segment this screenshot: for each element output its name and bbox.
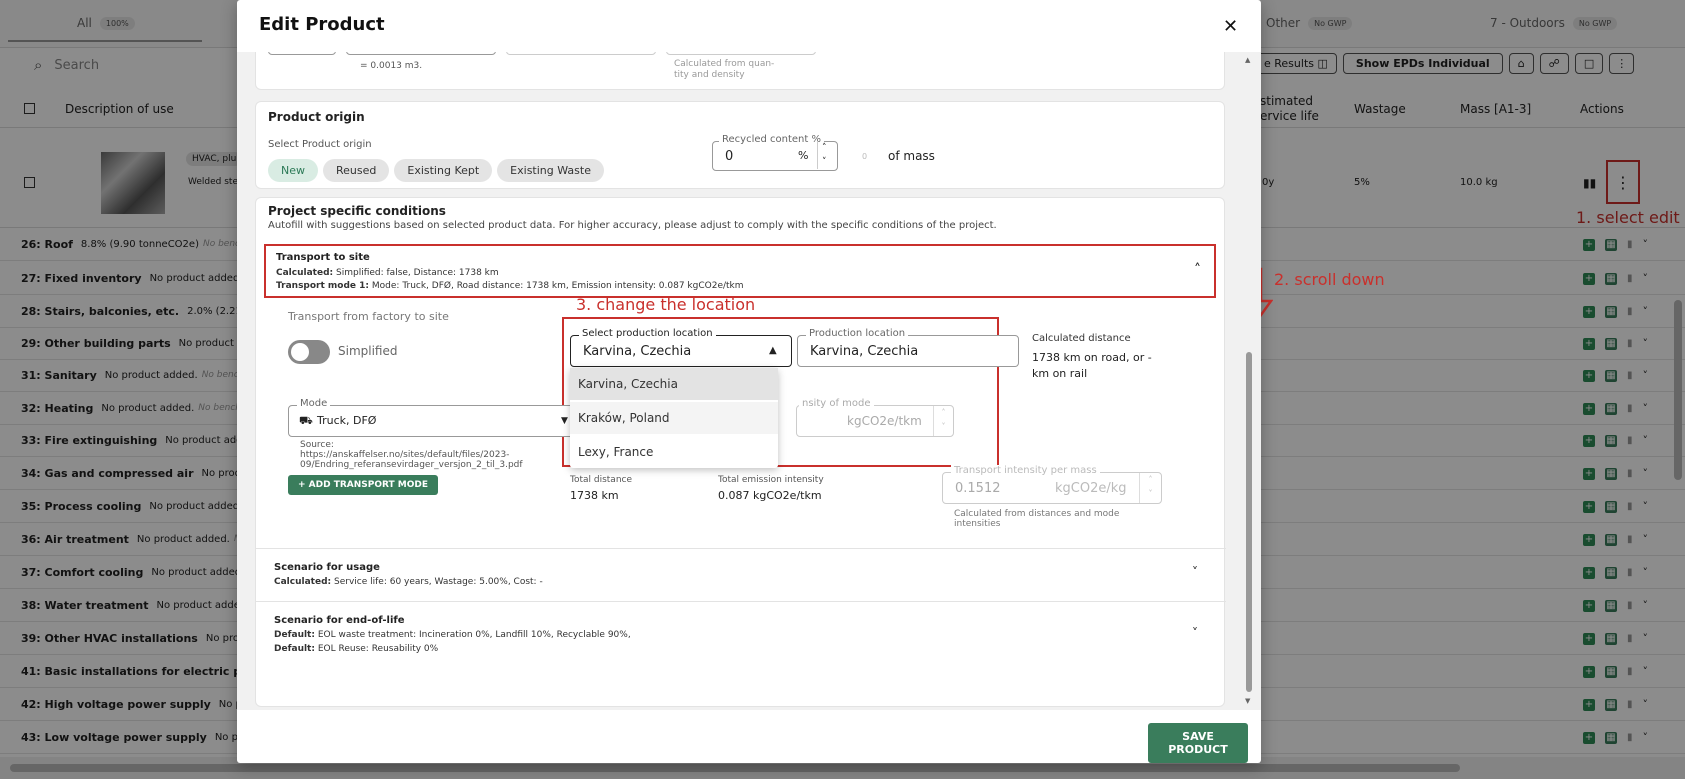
modal-title: Edit Product	[259, 14, 385, 35]
transport-calc-text: Simplified: false, Distance: 1738 km	[336, 268, 499, 278]
annotation-step3: 3. change the location	[576, 295, 756, 314]
dropdown-option[interactable]: Karvina, Czechia	[570, 368, 778, 400]
toggle-icon[interactable]: 0	[862, 152, 867, 161]
modal-scrollbar[interactable]: ▲ ▼	[1243, 52, 1255, 710]
caret-up-icon: ▲	[769, 345, 777, 356]
usage-section[interactable]: Scenario for usage Calculated: Service l…	[256, 549, 1226, 601]
transport-mode-label: Transport mode 1:	[276, 281, 370, 291]
origin-chip-group: New Reused Existing Kept Existing Waste	[268, 159, 609, 182]
recycled-unit: %	[798, 149, 809, 162]
transport-mode-line: Transport mode 1: Mode: Truck, DFØ, Road…	[276, 281, 744, 291]
mode-select[interactable]: Mode ⛟ Truck, DFØ ▼	[288, 398, 582, 437]
stepper-icon[interactable]: ˄ ˅	[817, 141, 827, 169]
prod-loc-label: Production location	[806, 328, 909, 339]
usage-label: Calculated:	[274, 577, 332, 587]
transport-title: Transport to site	[276, 252, 370, 263]
toggle-value: 0	[862, 152, 868, 161]
add-transport-mode-button[interactable]: + ADD TRANSPORT MODE	[288, 475, 439, 495]
usage-text: Service life: 60 years, Wastage: 5.00%, …	[334, 577, 543, 587]
stepper-icon[interactable]: ˄ ˅	[933, 406, 953, 436]
eol-line-2: Default: EOL Reuse: Reusability 0%	[274, 644, 438, 654]
source-text: Source: https://anskaffelser.no/sites/de…	[300, 440, 523, 470]
chevron-down-icon[interactable]: ˅	[1192, 565, 1198, 579]
eol-label-2: Default:	[274, 644, 315, 654]
caret-down-icon: ▼	[561, 416, 568, 426]
modal-scrollbar-thumb[interactable]	[1246, 352, 1252, 692]
intensity-label: nsity of mode	[799, 398, 874, 409]
dropdown-option[interactable]: Lexy, France	[570, 436, 778, 468]
calc-note: Calculated from quan- tity and density	[674, 59, 775, 80]
transport-intensity-field[interactable]: Transport intensity per mass 0.1512 kgCO…	[942, 465, 1162, 504]
total-emission-value: 0.087 kgCO2e/tkm	[718, 489, 822, 502]
mode-value: Truck, DFØ	[317, 414, 377, 427]
usage-title: Scenario for usage	[274, 562, 380, 573]
origin-heading: Product origin	[268, 110, 365, 124]
production-location-select[interactable]: Select production location Karvina, Czec…	[570, 328, 792, 367]
conditions-desc: Autofill with suggestions based on selec…	[268, 220, 997, 231]
select-loc-label: Select production location	[579, 328, 716, 339]
transport-calc-line: Calculated: Simplified: false, Distance:…	[276, 268, 499, 278]
origin-chip-existing-waste[interactable]: Existing Waste	[497, 159, 604, 182]
eol-label-1: Default:	[274, 630, 315, 640]
total-distance-label: Total distance	[570, 475, 633, 485]
density-field[interactable]	[506, 52, 656, 55]
tpm-value: 0.1512	[955, 481, 1001, 496]
mode-label: Mode	[297, 398, 331, 409]
eol-text-1: EOL waste treatment: Incineration 0%, La…	[317, 630, 631, 640]
product-origin-card: Product origin Select Product origin New…	[255, 101, 1225, 189]
stepper-icon[interactable]: ˄ ˅	[1139, 473, 1161, 503]
eol-line-1: Default: EOL waste treatment: Incinerati…	[274, 630, 631, 640]
intensity-field[interactable]: nsity of mode kgCO2e/tkm ˄ ˅	[796, 398, 954, 437]
dropdown-option[interactable]: Kraków, Poland	[570, 402, 778, 434]
truck-icon: ⛟	[299, 414, 313, 427]
transport-calc-label: Calculated:	[276, 268, 334, 278]
simplified-label: Simplified	[338, 344, 398, 358]
total-distance-value: 1738 km	[570, 489, 619, 502]
quantity-card: = 0.0013 m3. Calculated from quan- tity …	[255, 52, 1225, 90]
transport-mode-text: Mode: Truck, DFØ, Road distance: 1738 km…	[371, 281, 744, 291]
recycled-value[interactable]: 0	[725, 149, 733, 164]
eol-title: Scenario for end-of-life	[274, 615, 405, 626]
eol-section[interactable]: Scenario for end-of-life Default: EOL wa…	[256, 602, 1226, 666]
mass-field[interactable]	[666, 52, 816, 55]
conditions-heading: Project specific conditions	[268, 204, 446, 218]
close-icon[interactable]: ✕	[1223, 16, 1238, 37]
of-mass-label: of mass	[888, 149, 935, 163]
quantity-note: = 0.0013 m3.	[360, 61, 423, 71]
edit-product-modal: Edit Product ✕ = 0.0013 m3. Calculated f…	[237, 0, 1261, 763]
project-conditions-card: Project specific conditions Autofill wit…	[255, 197, 1226, 707]
intensity-unit: kgCO2e/tkm	[847, 414, 922, 428]
save-product-button[interactable]: SAVE PRODUCT	[1148, 723, 1248, 763]
transport-from-label: Transport from factory to site	[288, 310, 449, 323]
origin-chip-existing-kept[interactable]: Existing Kept	[394, 159, 493, 182]
total-emission-label: Total emission intensity	[718, 475, 824, 485]
scroll-down-icon[interactable]: ▼	[1245, 697, 1250, 705]
annotation-step2: 2. scroll down	[1274, 270, 1385, 289]
unit-field[interactable]	[346, 52, 496, 55]
prod-loc-value[interactable]: Karvina, Czechia	[810, 344, 918, 359]
location-dropdown: Karvina, Czechia Kraków, Poland Lexy, Fr…	[570, 368, 778, 468]
transport-header[interactable]: Transport to site Calculated: Simplified…	[264, 244, 1216, 298]
production-location-field[interactable]: Production location Karvina, Czechia	[797, 328, 1019, 367]
tpm-label: Transport intensity per mass	[951, 465, 1100, 476]
tpm-unit: kgCO2e/kg	[1055, 481, 1127, 496]
modal-body: = 0.0013 m3. Calculated from quan- tity …	[237, 52, 1261, 710]
origin-label: Select Product origin	[268, 139, 372, 150]
recycled-content-field[interactable]: Recycled content % 0 % ˄ ˅	[712, 134, 838, 171]
select-loc-value: Karvina, Czechia	[583, 344, 692, 359]
toggle-knob	[291, 343, 309, 361]
recycled-label: Recycled content %	[719, 134, 824, 145]
tpm-note: Calculated from distances and mode inten…	[954, 509, 1120, 529]
simplified-toggle[interactable]	[288, 340, 330, 364]
scroll-up-icon[interactable]: ▲	[1245, 56, 1250, 64]
origin-chip-reused[interactable]: Reused	[323, 159, 390, 182]
chevron-up-icon[interactable]: ˄	[1194, 262, 1201, 278]
usage-line: Calculated: Service life: 60 years, Wast…	[274, 577, 543, 587]
origin-chip-new[interactable]: New	[268, 159, 318, 182]
chevron-down-icon[interactable]: ˅	[1192, 626, 1198, 640]
qty-field[interactable]	[268, 52, 336, 55]
calc-dist-value: 1738 km on road, or - km on rail	[1032, 351, 1152, 380]
eol-text-2: EOL Reuse: Reusability 0%	[317, 644, 439, 654]
calc-dist-label: Calculated distance	[1032, 333, 1131, 344]
